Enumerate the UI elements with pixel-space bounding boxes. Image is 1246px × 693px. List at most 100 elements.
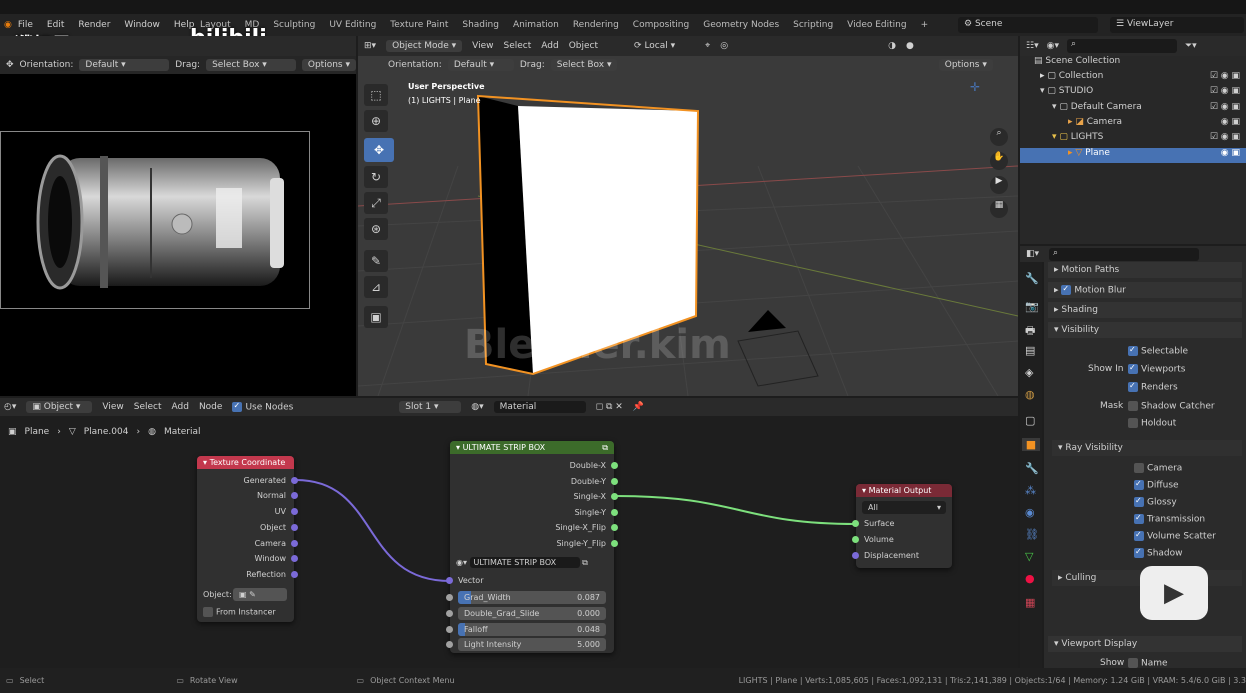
outliner-row-default-camera[interactable]: ▾ ▢ Default Camera ☑ ◉ ▣ [1020, 102, 1246, 117]
cursor-tool-icon[interactable]: ⊕ [364, 110, 388, 132]
tab-rendering[interactable]: Rendering [573, 20, 619, 30]
properties-search-field[interactable]: ⌕ [1049, 247, 1200, 261]
target-dropdown[interactable]: All ▾ [862, 501, 946, 514]
fake-user-icon[interactable]: ⧉ [582, 558, 588, 567]
menu-render[interactable]: Render [78, 20, 110, 30]
material-actions-icons[interactable]: ◻ ⧉ ✕ [596, 402, 623, 412]
socket-normal[interactable] [291, 492, 298, 499]
constraints-tab-icon[interactable]: ⛓ [1025, 528, 1039, 541]
select-box-tool-icon[interactable]: ⬚ [364, 84, 388, 106]
outliner-row-lights[interactable]: ▾ ▢ LIGHTS ☑ ◉ ▣ [1020, 132, 1246, 147]
orientation-dropdown[interactable]: Default ▾ [79, 59, 170, 71]
socket-double-x[interactable] [611, 462, 618, 469]
measure-tool-icon[interactable]: ⊿ [364, 276, 388, 298]
visibility-checkbox[interactable]: ☑ ◉ ▣ [1210, 102, 1240, 112]
socket-light-intensity[interactable] [446, 641, 453, 648]
section-viewport-display[interactable]: ▾ Viewport Display [1048, 636, 1242, 652]
visibility-checkbox[interactable]: ☑ ◉ ▣ [1210, 86, 1240, 96]
shading-material-icon[interactable]: ● [906, 41, 914, 51]
ray-volume-scatter-checkbox[interactable]: Volume Scatter [1134, 530, 1216, 542]
outliner-filter-icon[interactable]: ⏷▾ [1185, 41, 1197, 51]
add-cube-tool-icon[interactable]: ▣ [364, 306, 388, 328]
material-browse-icon[interactable]: ◍▾ [471, 402, 483, 412]
vp-drag-dropdown[interactable]: Select Box ▾ [550, 59, 617, 71]
data-tab-icon[interactable]: ▽ [1025, 550, 1033, 563]
falloff-field[interactable]: Falloff 0.048 [458, 623, 606, 636]
proportional-icon[interactable]: ◎ [720, 41, 728, 51]
socket-single-y[interactable] [611, 509, 618, 516]
vp-menu-select[interactable]: Select [504, 41, 532, 51]
socket-window[interactable] [291, 555, 298, 562]
tab-uv-editing[interactable]: UV Editing [329, 20, 376, 30]
menu-window[interactable]: Window [124, 20, 160, 30]
visibility-toggle[interactable]: ◉ ▣ [1221, 117, 1240, 127]
socket-single-x[interactable] [611, 493, 618, 500]
rotate-tool-icon[interactable]: ↻ [364, 166, 388, 188]
particles-tab-icon[interactable]: ⁂ [1025, 484, 1036, 497]
menu-edit[interactable]: Edit [47, 20, 64, 30]
motion-blur-checkbox[interactable] [1061, 284, 1072, 295]
outliner-row-plane[interactable]: ▸ ▽ Plane ◉ ▣ [1020, 148, 1246, 163]
socket-surface[interactable] [852, 520, 859, 527]
snap-icon[interactable]: ⌖ [705, 41, 710, 51]
viewlayer-selector[interactable]: ☰ ViewLayer [1110, 17, 1244, 33]
tab-texture-paint[interactable]: Texture Paint [390, 20, 448, 30]
scene-tab-icon[interactable]: ◈ [1025, 366, 1033, 379]
section-ray-visibility[interactable]: ▾ Ray Visibility [1052, 440, 1242, 456]
visibility-checkbox[interactable]: ☑ ◉ ▣ [1210, 132, 1240, 142]
transform-orientation-dropdown[interactable]: ⟳ Local ▾ [634, 41, 675, 51]
ray-glossy-checkbox[interactable]: Glossy [1134, 496, 1177, 508]
tab-animation[interactable]: Animation [513, 20, 559, 30]
socket-double-y[interactable] [611, 478, 618, 485]
vp-menu-add[interactable]: Add [541, 41, 558, 51]
tab-video-editing[interactable]: Video Editing [847, 20, 906, 30]
socket-object[interactable] [291, 524, 298, 531]
add-workspace-button[interactable]: + [921, 20, 929, 30]
menu-file[interactable]: File [18, 20, 33, 30]
double-grad-slide-field[interactable]: Double_Grad_Slide 0.000 [458, 607, 606, 620]
slot-dropdown[interactable]: Slot 1 ▾ [399, 401, 462, 413]
physics-tab-icon[interactable]: ◉ [1025, 506, 1035, 519]
socket-single-x-flip[interactable] [611, 524, 618, 531]
viewport-area[interactable]: User Perspective (1) LIGHTS | Plane Blen… [358, 56, 1018, 396]
socket-double-grad-slide[interactable] [446, 610, 453, 617]
modifier-tab-icon[interactable]: 🔧 [1025, 462, 1039, 475]
move-tool-icon[interactable]: ✥ [364, 138, 394, 162]
options-dropdown[interactable]: Options ▾ [301, 59, 356, 71]
light-intensity-field[interactable]: Light Intensity 5.000 [458, 638, 606, 651]
ortho-toggle-icon[interactable]: ▦ [990, 200, 1008, 218]
socket-camera[interactable] [291, 540, 298, 547]
grad-width-field[interactable]: Grad_Width 0.087 [458, 591, 606, 604]
navigation-gizmo[interactable]: ✛ [970, 80, 980, 94]
annotate-tool-icon[interactable]: ✎ [364, 250, 388, 272]
ray-diffuse-checkbox[interactable]: Diffuse [1134, 479, 1179, 491]
shadow-catcher-checkbox[interactable]: Shadow Catcher [1128, 401, 1215, 412]
view-layer-tab-icon[interactable]: ▤ [1025, 344, 1035, 357]
socket-displacement[interactable] [852, 552, 859, 559]
show-name-checkbox[interactable]: Name [1128, 658, 1168, 669]
socket-volume[interactable] [852, 536, 859, 543]
socket-grad-width[interactable] [446, 594, 453, 601]
tab-sculpting[interactable]: Sculpting [273, 20, 315, 30]
ultimate-strip-box-node[interactable]: ▾ ULTIMATE STRIP BOX ⧉ Double-X Double-Y … [446, 441, 618, 653]
ne-menu-add[interactable]: Add [172, 402, 189, 412]
outliner-row-studio[interactable]: ▾ ▢ STUDIO ☑ ◉ ▣ [1020, 86, 1246, 101]
section-shading[interactable]: ▸ Shading [1048, 302, 1242, 318]
outliner-search-field[interactable]: ⌕ [1066, 39, 1177, 53]
material-output-node[interactable]: ▾ Material Output All ▾ Surface Volume Di… [852, 484, 952, 568]
node-header[interactable]: ▾ Material Output [856, 484, 952, 497]
scene-selector[interactable]: ⚙ Scene [958, 17, 1098, 33]
selectable-checkbox[interactable]: Selectable [1128, 345, 1188, 357]
vp-menu-object[interactable]: Object [569, 41, 598, 51]
camera-view-icon[interactable]: ▶ [990, 176, 1008, 194]
viewports-checkbox[interactable]: Viewports [1128, 363, 1186, 375]
texture-tab-icon[interactable]: ▦ [1025, 596, 1035, 609]
drag-dropdown[interactable]: Select Box ▾ [206, 59, 296, 71]
world-tab-icon[interactable]: ◍ [1025, 388, 1035, 401]
outliner-display-icon[interactable]: ◉▾ [1047, 41, 1059, 51]
vp-menu-view[interactable]: View [472, 41, 493, 51]
node-header[interactable]: ▾ Texture Coordinate [197, 456, 294, 469]
socket-uv[interactable] [291, 508, 298, 515]
ne-menu-select[interactable]: Select [134, 402, 162, 412]
outliner-type-icon[interactable]: ☷▾ [1026, 41, 1039, 51]
